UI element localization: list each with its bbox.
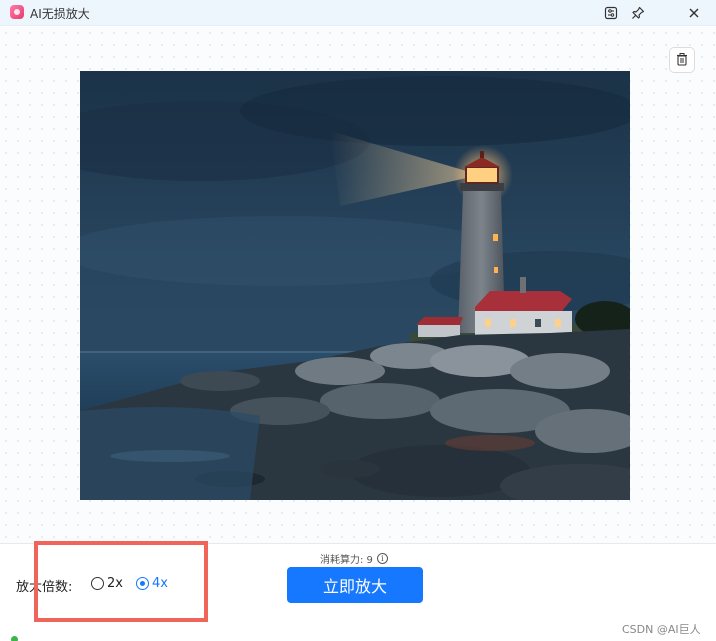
- preview-image: [80, 71, 630, 500]
- cost-info: 消耗算力: 9 i: [320, 551, 388, 566]
- pin-icon[interactable]: [627, 2, 649, 24]
- status-dot: [11, 636, 18, 641]
- status-row: [0, 634, 716, 641]
- title-bar: AI无损放大: [0, 0, 716, 26]
- window-title: AI无损放大: [30, 7, 90, 21]
- info-icon[interactable]: i: [376, 553, 388, 564]
- close-icon[interactable]: [683, 2, 705, 24]
- settings-icon[interactable]: [600, 2, 622, 24]
- delete-button[interactable]: [669, 47, 695, 73]
- trash-icon: [676, 51, 688, 70]
- enlarge-button[interactable]: 立即放大: [287, 567, 423, 603]
- cost-label: 消耗算力: 9: [320, 555, 373, 566]
- highlight-annotation: [34, 541, 208, 622]
- app-logo-icon: [10, 5, 24, 19]
